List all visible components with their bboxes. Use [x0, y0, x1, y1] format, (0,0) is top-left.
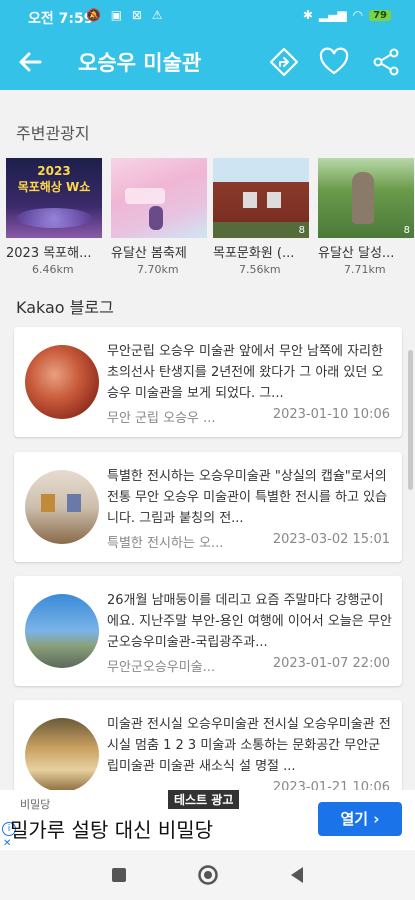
status-bar: 오전 7:59 🔕 ▣ ⊠ ⚠ ✱ ▂▄▆ ◠ 79 — [0, 0, 415, 34]
nearby-thumbnail — [111, 158, 207, 238]
thumb-year: 2023 목포해상 W쇼 — [17, 164, 91, 194]
home-icon[interactable] — [197, 864, 219, 886]
ad-banner[interactable]: 비밀당 테스트 광고 i ✕ 밀가루 설탕 대신 비밀당 열기 › — [0, 790, 415, 850]
nearby-item[interactable]: 8 목포문화원 (... 7.56km — [213, 158, 309, 276]
blog-card[interactable]: 무안군립 오승우 미술관 앞에서 무안 남쪽에 자리한 초의선사 탄생지를 2년… — [14, 327, 402, 437]
nearby-index: 8 — [298, 225, 305, 236]
nearby-name: 유달산 달성... — [318, 246, 395, 261]
directions-icon[interactable] — [268, 46, 300, 78]
nearby-distance: 7.56km — [239, 263, 281, 276]
scrollbar[interactable] — [408, 350, 413, 490]
blog-card[interactable]: 26개월 남매둥이를 데리고 요즘 주말마다 강행군이에요. 지난주말 부안-용… — [14, 576, 402, 686]
nearby-name: 목포문화원 (... — [213, 246, 295, 261]
ad-advertiser: 비밀당 — [20, 798, 51, 811]
blog-section-title: Kakao 블로그 — [16, 298, 114, 317]
content-scroll[interactable]: 주변관광지 2023 목포해상 W쇼 2023 목포해... 6.46km 유달… — [0, 90, 415, 790]
blog-text: 특별한 전시하는 오승우미술관 "상실의 캡슐"로서의 전통 무안 오승우 미술… — [107, 469, 388, 526]
system-nav-bar — [0, 850, 415, 900]
battery-icon: 79 — [369, 9, 391, 21]
blog-text: 미술관 전시실 오승우미술관 전시실 오승우미술관 전시실 멈춤 1 2 3 미… — [107, 717, 391, 774]
blog-thumbnail — [25, 470, 99, 544]
nearby-distance: 7.71km — [344, 263, 386, 276]
status-time: 오전 7:59 — [28, 11, 94, 27]
nearby-name: 2023 목포해... — [6, 246, 92, 261]
blog-card[interactable]: 미술관 전시실 오승우미술관 전시실 오승우미술관 전시실 멈춤 1 2 3 미… — [14, 700, 402, 790]
back-arrow-icon[interactable] — [14, 46, 46, 78]
nearby-thumbnail: 8 — [213, 158, 309, 238]
blog-date: 2023-01-21 10:06 — [272, 780, 390, 790]
blog-author: 무안 군립 오승우 ... — [107, 411, 216, 426]
nearby-name: 유달산 봄축제 — [111, 246, 187, 261]
share-icon[interactable] — [370, 46, 402, 78]
signal-icon: ▂▄▆ — [318, 8, 347, 22]
wifi-icon: ◠ — [352, 8, 364, 22]
blog-date: 2023-01-07 22:00 — [272, 656, 390, 671]
nearby-distance: 6.46km — [32, 263, 74, 276]
nearby-section-title: 주변관광지 — [16, 124, 90, 143]
bluetooth-icon: ✱ — [302, 8, 313, 22]
blog-author: 특별한 전시하는 오... — [107, 536, 224, 551]
app-bar: 오승우 미술관 — [0, 34, 415, 90]
nearby-item[interactable]: 2023 목포해상 W쇼 2023 목포해... 6.46km — [6, 158, 102, 276]
blog-text: 26개월 남매둥이를 데리고 요즘 주말마다 강행군이에요. 지난주말 부안-용… — [107, 593, 392, 650]
system-icons: ✱ ▂▄▆ ◠ 79 — [303, 8, 391, 22]
ad-headline: 밀가루 설탕 대신 비밀당 — [10, 818, 214, 842]
blog-thumbnail — [25, 345, 99, 419]
back-icon[interactable] — [286, 864, 308, 886]
recents-icon[interactable] — [108, 864, 130, 886]
nearby-item[interactable]: 유달산 봄축제 7.70km — [111, 158, 207, 276]
notification-icons: 🔕 ▣ ⊠ ⚠ — [86, 8, 166, 22]
nearby-thumbnail: 8 — [318, 158, 414, 238]
nearby-thumbnail: 2023 목포해상 W쇼 — [6, 158, 102, 238]
blog-author: 무안군오승우미술... — [107, 660, 216, 675]
ad-test-tag: 테스트 광고 — [168, 790, 240, 809]
nearby-index: 8 — [403, 225, 410, 236]
page-title: 오승우 미술관 — [78, 51, 202, 75]
blog-thumbnail — [25, 718, 99, 790]
nearby-list[interactable]: 2023 목포해상 W쇼 2023 목포해... 6.46km 유달산 봄축제 … — [0, 158, 415, 278]
ad-open-button[interactable]: 열기 › — [318, 802, 402, 836]
nearby-item[interactable]: 8 유달산 달성... 7.71km — [318, 158, 414, 276]
blog-card[interactable]: 특별한 전시하는 오승우미술관 "상실의 캡슐"로서의 전통 무안 오승우 미술… — [14, 452, 402, 562]
blog-date: 2023-03-02 15:01 — [272, 532, 390, 547]
blog-date: 2023-01-10 10:06 — [272, 407, 390, 422]
nearby-distance: 7.70km — [137, 263, 179, 276]
blog-text: 무안군립 오승우 미술관 앞에서 무안 남쪽에 자리한 초의선사 탄생지를 2년… — [107, 344, 384, 401]
heart-icon[interactable] — [318, 46, 350, 78]
blog-thumbnail — [25, 594, 99, 668]
